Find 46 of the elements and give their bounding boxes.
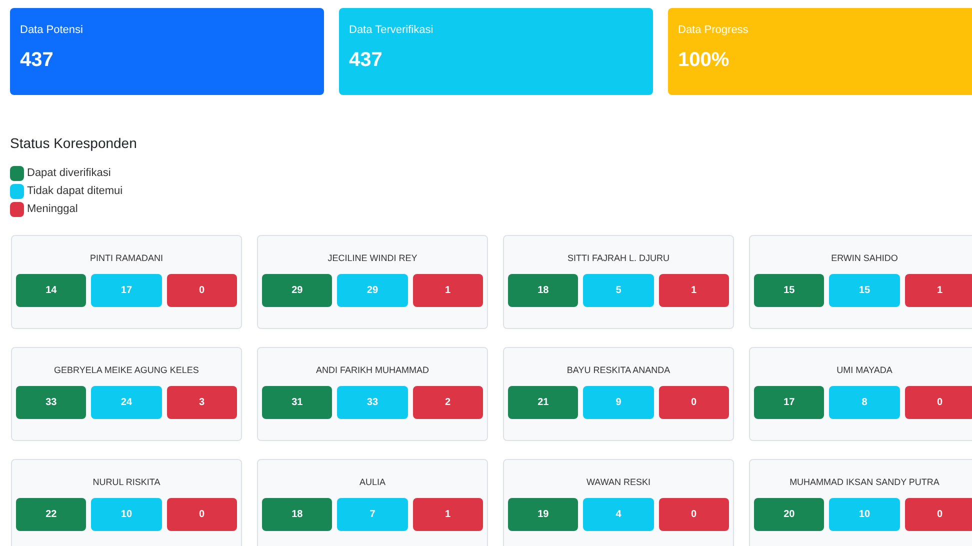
respondent-name: PINTI RAMADANI: [90, 252, 163, 265]
count-button[interactable]: 0: [166, 498, 237, 531]
stat-value: 437: [349, 48, 382, 72]
count-button[interactable]: 2: [412, 386, 483, 419]
count-button[interactable]: 31: [262, 386, 332, 419]
count-button[interactable]: 20: [754, 498, 824, 531]
respondent-name: WAWAN RESKI: [586, 476, 650, 489]
stat-value: 100%: [678, 48, 730, 72]
stat-value: 437: [20, 48, 54, 72]
count-button[interactable]: 1: [904, 274, 972, 307]
section-title: Status Koresponden: [10, 135, 137, 151]
respondent-name: GEBRYELA MEIKE AGUNG KELES: [54, 364, 199, 377]
count-button[interactable]: 0: [166, 274, 237, 307]
count-button[interactable]: 0: [658, 386, 729, 419]
count-button[interactable]: 3: [166, 386, 237, 419]
respondent-name: ANDI FARIKH MUHAMMAD: [316, 364, 429, 377]
count-button[interactable]: 29: [262, 274, 332, 307]
count-button[interactable]: 1: [658, 274, 729, 307]
count-button[interactable]: 0: [904, 498, 972, 531]
stat-label: Data Terverifikasi: [349, 23, 434, 38]
respondent-name: UMI MAYADA: [836, 364, 892, 377]
respondent-name: MUHAMMAD IKSAN SANDY PUTRA: [790, 476, 940, 489]
legend-label: Meninggal: [27, 202, 78, 218]
count-button[interactable]: 22: [16, 498, 86, 531]
count-button[interactable]: 0: [904, 386, 972, 419]
count-button[interactable]: 14: [16, 274, 86, 307]
respondent-name: JECILINE WINDI REY: [328, 252, 418, 265]
count-button[interactable]: 15: [754, 274, 824, 307]
count-button[interactable]: 17: [754, 386, 824, 419]
legend-label: Tidak dapat ditemui: [27, 184, 123, 200]
count-button[interactable]: 21: [508, 386, 578, 419]
respondent-name: AULIA: [359, 476, 386, 489]
count-button[interactable]: 33: [16, 386, 86, 419]
stat-label: Data Progress: [678, 23, 748, 38]
respondent-name: ERWIN SAHIDO: [831, 252, 898, 265]
count-button[interactable]: 18: [262, 498, 332, 531]
respondent-name: BAYU RESKITA ANANDA: [566, 364, 670, 377]
count-button[interactable]: 0: [658, 498, 729, 531]
respondent-name: NURUL RISKITA: [92, 476, 160, 489]
count-button[interactable]: 1: [412, 498, 483, 531]
legend-label: Dapat diverifikasi: [27, 166, 111, 182]
count-button[interactable]: 18: [508, 274, 578, 307]
stat-label: Data Potensi: [20, 23, 83, 38]
count-button[interactable]: 19: [508, 498, 578, 531]
respondent-name: SITTI FAJRAH L. DJURU: [567, 252, 670, 265]
count-button[interactable]: 1: [412, 274, 483, 307]
